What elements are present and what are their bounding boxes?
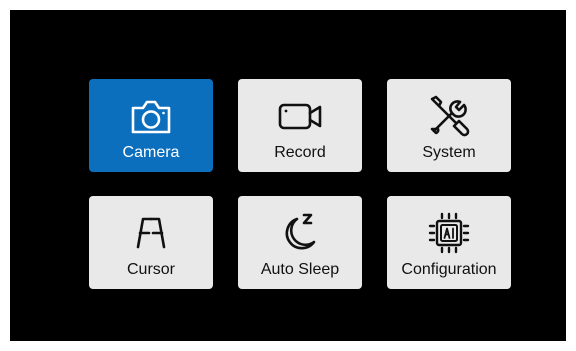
auto-sleep-label: Auto Sleep (260, 261, 340, 278)
main-menu-screen: Camera Record System Cursor Auto Sleep C… (10, 10, 566, 341)
system-tile[interactable]: System (387, 79, 511, 172)
configuration-label: Configuration (401, 261, 497, 278)
moon-sleep-icon (277, 210, 323, 256)
record-label: Record (274, 144, 326, 161)
camera-tile[interactable]: Camera (89, 79, 213, 172)
camera-label: Camera (122, 144, 180, 161)
cursor-tile[interactable]: Cursor (89, 196, 213, 289)
configuration-tile[interactable]: Configuration (387, 196, 511, 289)
camera-icon (128, 93, 174, 139)
video-camera-icon (277, 93, 323, 139)
cursor-lines-icon (128, 210, 174, 256)
auto-sleep-tile[interactable]: Auto Sleep (238, 196, 362, 289)
ai-chip-icon (426, 210, 472, 256)
system-label: System (422, 144, 476, 161)
cursor-label: Cursor (126, 261, 175, 278)
tools-icon (426, 93, 472, 139)
record-tile[interactable]: Record (238, 79, 362, 172)
